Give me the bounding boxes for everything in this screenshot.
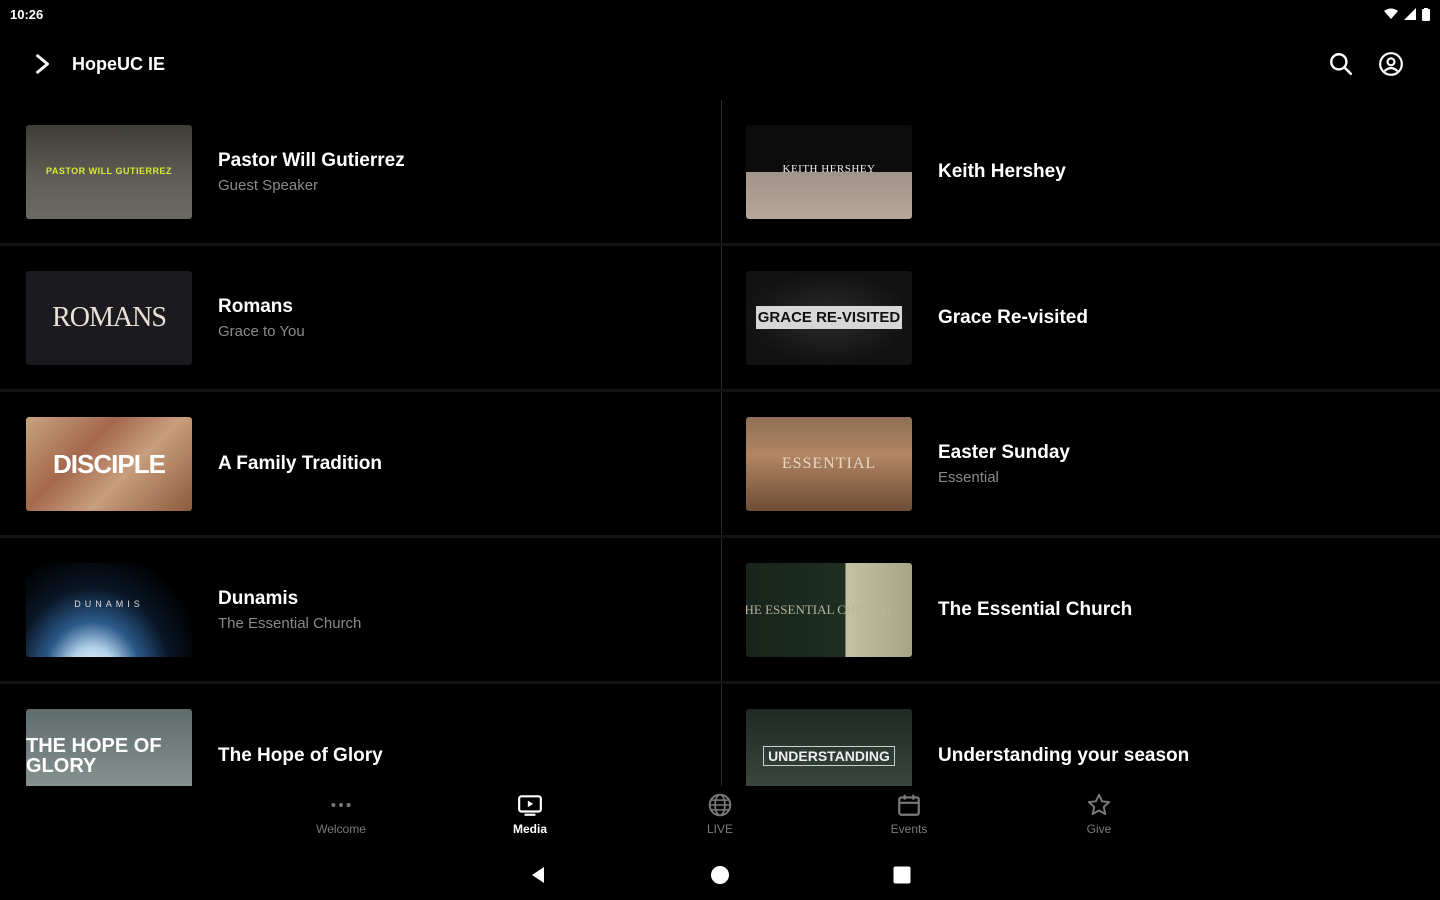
media-item[interactable]: PASTOR WILL GUTIERREZ Pastor Will Gutier…: [0, 100, 720, 246]
thumbnail-text: ESSENTIAL: [781, 454, 877, 472]
app-screen: 10:26 HopeUC IE PASTOR WILL GUTIERREZ Pa…: [0, 0, 1440, 900]
media-item[interactable]: THE HOPE OF GLORY The Hope of Glory: [0, 684, 720, 786]
media-thumbnail: THE ESSENTIAL CHURCH: [746, 562, 912, 657]
media-thumbnail: DISCIPLE: [26, 416, 192, 511]
media-subtitle: Grace to You: [218, 322, 305, 340]
thumbnail-text: GRACE RE-VISITED: [755, 306, 903, 329]
account-circle-icon[interactable]: [1376, 49, 1406, 79]
media-item[interactable]: DISCIPLE A Family Tradition: [0, 392, 720, 538]
media-text: The Hope of Glory: [218, 745, 383, 767]
thumbnail-text: UNDERSTANDING: [763, 745, 895, 766]
thumbnail-text: KEITH HERSHEY: [782, 163, 876, 175]
wifi-icon: [1384, 8, 1398, 19]
media-text: Pastor Will Gutierrez Guest Speaker: [218, 150, 405, 194]
media-title: The Hope of Glory: [218, 744, 383, 766]
media-item[interactable]: KEITH HERSHEY Keith Hershey: [720, 100, 1440, 246]
chevron-right-icon[interactable]: [28, 49, 58, 79]
media-text: Grace Re-visited: [938, 307, 1088, 329]
media-text: The Essential Church: [938, 599, 1132, 621]
tv-play-icon: [518, 795, 542, 816]
media-title: Pastor Will Gutierrez: [218, 149, 405, 171]
media-text: Keith Hershey: [938, 161, 1066, 183]
media-grid: PASTOR WILL GUTIERREZ Pastor Will Gutier…: [0, 100, 1440, 786]
media-title: Keith Hershey: [938, 160, 1066, 182]
thumbnail-text: DISCIPLE: [53, 448, 166, 479]
globe-icon: [708, 793, 732, 817]
search-icon[interactable]: [1326, 49, 1356, 79]
status-time: 10:26: [10, 6, 44, 22]
media-subtitle: The Essential Church: [218, 614, 362, 632]
system-nav-bar: [0, 850, 1440, 900]
media-item[interactable]: DUNAMIS Dunamis The Essential Church: [0, 538, 720, 684]
media-item[interactable]: GRACE RE-VISITED Grace Re-visited: [720, 246, 1440, 392]
nav-media[interactable]: Media: [470, 792, 590, 836]
media-title: A Family Tradition: [218, 452, 382, 474]
media-title: Grace Re-visited: [938, 306, 1088, 328]
media-thumbnail: DUNAMIS: [26, 562, 192, 657]
thumbnail-text: THE HOPE OF GLORY: [26, 734, 162, 777]
media-title: Romans: [218, 295, 293, 317]
media-item[interactable]: ROMANS Romans Grace to You: [0, 246, 720, 392]
nav-give[interactable]: Give: [1039, 792, 1159, 836]
media-text: A Family Tradition: [218, 453, 382, 475]
app-title: HopeUC IE: [72, 53, 166, 74]
thumbnail-text: ROMANS: [52, 301, 167, 333]
thumbnail-text: THE ESSENTIAL CHURCH: [746, 602, 892, 617]
nav-welcome[interactable]: Welcome: [281, 792, 401, 836]
star-icon: [1087, 793, 1111, 815]
nav-events[interactable]: Events: [849, 792, 969, 836]
media-title: Dunamis: [218, 587, 299, 609]
back-icon[interactable]: [525, 862, 551, 888]
media-text: Romans Grace to You: [218, 296, 305, 340]
media-text: Dunamis The Essential Church: [218, 588, 361, 632]
media-thumbnail: ESSENTIAL: [746, 416, 912, 511]
app-actions: [1326, 49, 1412, 79]
thumbnail-text: PASTOR WILL GUTIERREZ: [45, 166, 172, 176]
app-title-wrap: HopeUC IE: [28, 49, 165, 79]
media-item[interactable]: ESSENTIAL Easter Sunday Essential: [720, 392, 1440, 538]
bottom-nav: Welcome Media LIVE Events Give: [0, 786, 1440, 846]
nav-label: LIVE: [706, 822, 733, 836]
media-subtitle: Guest Speaker: [218, 176, 319, 194]
media-thumbnail: KEITH HERSHEY: [746, 124, 912, 219]
status-bar: 10:26: [0, 0, 1440, 28]
thumbnail-text: DUNAMIS: [74, 599, 144, 609]
nav-label: Give: [1086, 822, 1112, 836]
app-bar: HopeUC IE: [0, 40, 1440, 88]
home-icon[interactable]: [707, 862, 733, 888]
media-item[interactable]: THE ESSENTIAL CHURCH The Essential Churc…: [720, 538, 1440, 684]
status-icons: [1384, 7, 1430, 21]
media-thumbnail: UNDERSTANDING: [746, 708, 912, 786]
media-thumbnail: GRACE RE-VISITED: [746, 270, 912, 365]
media-thumbnail: ROMANS: [26, 270, 192, 365]
calendar-icon: [898, 794, 920, 816]
media-text: Understanding your season: [938, 745, 1189, 767]
nav-label: Welcome: [316, 822, 366, 836]
media-thumbnail: THE HOPE OF GLORY: [26, 708, 192, 786]
recents-icon[interactable]: [889, 862, 915, 888]
signal-icon: [1404, 8, 1416, 20]
nav-live[interactable]: LIVE: [660, 792, 780, 836]
media-subtitle: Essential: [938, 468, 999, 486]
nav-label: Media: [512, 822, 547, 836]
media-list: PASTOR WILL GUTIERREZ Pastor Will Gutier…: [0, 100, 1440, 786]
nav-label: Events: [890, 822, 928, 836]
media-text: Easter Sunday Essential: [938, 442, 1070, 486]
media-title: The Essential Church: [938, 598, 1133, 620]
media-thumbnail: PASTOR WILL GUTIERREZ: [26, 124, 192, 219]
media-item[interactable]: UNDERSTANDING Understanding your season: [720, 684, 1440, 786]
media-title: Easter Sunday: [938, 441, 1070, 463]
battery-icon: [1422, 7, 1430, 21]
media-title: Understanding your season: [938, 744, 1190, 766]
more-horizontal-icon: [331, 803, 351, 807]
